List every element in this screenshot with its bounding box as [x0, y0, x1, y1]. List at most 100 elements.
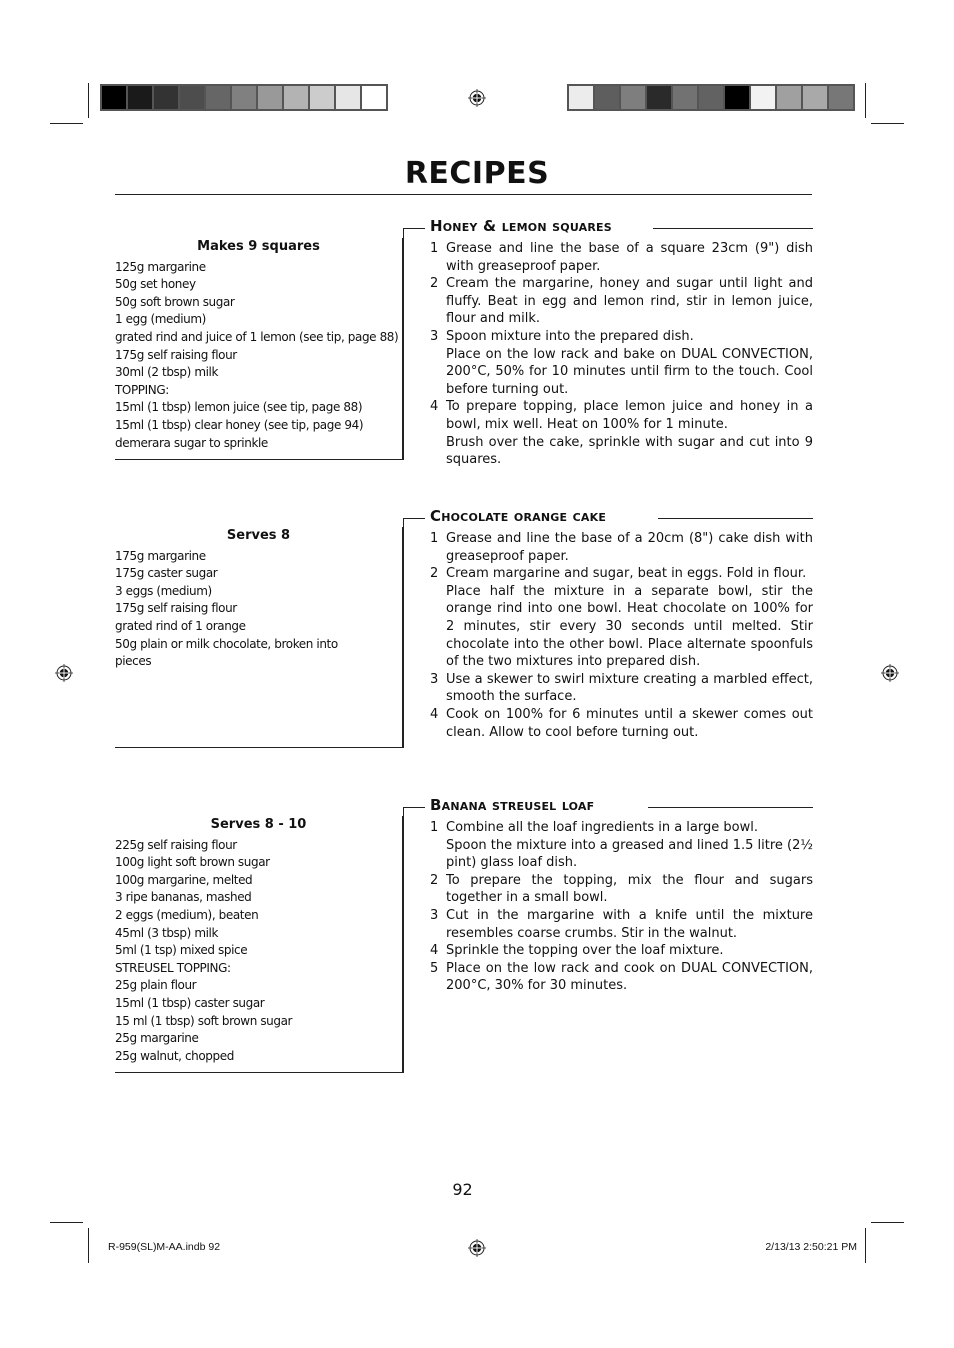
step-number: 2 [430, 276, 439, 292]
serves-label: Serves 8 [226, 528, 291, 543]
method-step: 4 Cook on 100% for 6 minutes until a skew… [430, 706, 813, 741]
step-text: Cream the margarine, honey and sugar unt… [446, 276, 813, 327]
method-section: Banana streusel loaf 1 Combine all the lo… [403, 796, 813, 1073]
step-number: 4 [430, 399, 439, 415]
step-text: Place on the low rack and cook on DUAL C… [446, 960, 813, 994]
page-title: RECIPES [404, 156, 550, 191]
ingredient-item: 175g caster sugar [115, 566, 218, 581]
method-step: 4 To prepare topping, place lemon juice a… [430, 398, 813, 468]
step-text: Cook on 100% for 6 minutes until a skewe… [446, 706, 813, 740]
crop-mark [871, 1222, 904, 1223]
color-swatch [751, 86, 775, 109]
ingredient-item: 30ml (2 tbsp) milk [115, 365, 219, 380]
ingredients-list: 175g margarine 175g caster sugar 3 eggs (m… [115, 548, 402, 671]
color-swatch [258, 86, 282, 109]
color-swatch [829, 86, 853, 109]
color-swatch [180, 86, 204, 109]
ingredients-list: 125g margarine 50g set honey 50g soft brow… [115, 259, 402, 453]
ingredient-item: 2 eggs (medium), beaten [115, 907, 259, 922]
slug-filename: R-959(SL)M-AA.indb 92 [108, 1241, 221, 1253]
ingredient-item: TOPPING: [115, 382, 169, 397]
color-swatch [232, 86, 256, 109]
method-step: 2 To prepare the topping, mix the flour a… [430, 872, 813, 907]
color-swatch [284, 86, 308, 109]
ingredient-item: 50g soft brown sugar [115, 294, 235, 309]
color-swatch [362, 86, 386, 109]
color-swatch [128, 86, 152, 109]
ingredient-item: 125g margarine [115, 259, 206, 274]
color-swatch [154, 86, 178, 109]
crop-mark [88, 1228, 89, 1263]
color-swatch [595, 86, 619, 109]
registration-mark-icon [468, 89, 486, 107]
step-text: Cream margarine and sugar, beat in eggs.… [446, 566, 807, 582]
ingredient-item: 175g self raising flour [115, 601, 237, 616]
step-number: 1 [430, 531, 439, 546]
step-text: To prepare topping, place lemon juice an… [446, 399, 813, 432]
ingredient-item: 175g self raising flour [115, 347, 237, 362]
color-swatch [102, 86, 126, 109]
method-steps: 1 Combine all the loaf ingredients in a l… [403, 819, 813, 995]
ingredient-item: 3 eggs (medium) [115, 583, 212, 598]
ingredient-item: 45ml (3 tbsp) milk [115, 925, 219, 940]
method-step: 1 Combine all the loaf ingredients in a l… [430, 819, 813, 872]
step-text: Use a skewer to swirl mixture creating a… [446, 671, 813, 705]
page-number: 92 [452, 1180, 473, 1199]
ingredient-item: 175g margarine [115, 548, 206, 563]
step-number: 3 [430, 671, 439, 687]
step-text: Spoon the mixture into a greased and lin… [446, 837, 814, 871]
ingredients-box: Makes 9 squares 125g margarine 50g set ho… [115, 238, 403, 460]
step-text: To prepare the topping, mix the flour an… [446, 872, 813, 906]
ingredient-item: 3 ripe bananas, mashed [115, 890, 252, 905]
ingredient-item: 225g self raising flour [115, 837, 237, 852]
ingredient-item: STREUSEL TOPPING: [115, 960, 231, 975]
crop-mark [88, 83, 89, 118]
method-step: 1 Grease and line the base of a square 23… [430, 240, 813, 275]
crop-mark [865, 1228, 866, 1263]
ingredient-item: 50g set honey [115, 277, 196, 292]
color-bar-left [100, 84, 388, 111]
registration-mark-icon [881, 664, 899, 682]
serves-label: Serves 8 - 10 [210, 817, 307, 832]
recipe-title: Banana streusel loaf [430, 796, 601, 815]
recipe-heading: Banana streusel loaf [403, 796, 813, 1073]
ingredient-item: 25g walnut, chopped [115, 1048, 234, 1063]
method-section: Chocolate orange cake 1 Grease and line t… [403, 507, 813, 748]
step-text: Cut in the margarine with a knife until … [446, 907, 813, 941]
ingredient-item: 5ml (1 tsp) mixed spice [115, 943, 248, 958]
step-number: 3 [430, 328, 439, 344]
color-swatch [621, 86, 645, 109]
color-swatch [777, 86, 801, 109]
step-number: 1 [430, 241, 439, 256]
ingredient-item: grated rind of 1 orange [115, 618, 246, 633]
method-steps: 1 Grease and line the base of a square 23… [403, 240, 813, 469]
method-step: 2 Cream margarine and sugar, beat in eggs… [430, 565, 813, 671]
title-divider [115, 194, 812, 195]
recipe-heading: Honey & lemon squares [403, 217, 813, 460]
slug-timestamp: 2/13/13 2:50:21 PM [765, 1241, 857, 1253]
ingredient-item: 25g plain flour [115, 978, 197, 993]
step-text: Combine all the loaf ingredients in a la… [446, 820, 758, 835]
ingredients-list: 225g self raising flour 100g light soft b… [115, 837, 402, 1066]
ingredient-item: 50g plain or milk chocolate, broken into [115, 636, 338, 651]
ingredient-item: 25g margarine [115, 1031, 199, 1046]
method-step: 2 Cream the margarine, honey and sugar un… [430, 275, 813, 328]
registration-mark-icon [55, 664, 73, 682]
color-swatch [336, 86, 360, 109]
ingredients-box: Serves 8 - 10 225g self raising flour 100… [115, 816, 403, 1073]
crop-mark [865, 83, 866, 118]
crop-mark [50, 123, 83, 124]
step-text: Place half the mixture in a separate bow… [446, 583, 813, 670]
method-steps: 1 Grease and line the base of a 20cm (8")… [403, 530, 813, 741]
ingredient-item: 15ml (1 tbsp) clear honey (see tip, page… [115, 417, 364, 432]
step-number: 2 [430, 872, 439, 888]
step-text: Spoon mixture into the prepared dish. [446, 328, 694, 344]
step-number: 2 [430, 566, 439, 582]
step-number: 5 [430, 960, 439, 976]
color-swatch [310, 86, 334, 109]
step-text: Place on the low rack and bake on DUAL C… [446, 346, 813, 397]
ingredients-box: Serves 8 175g margarine 175g caster sugar… [115, 527, 403, 748]
step-number: 4 [430, 706, 439, 722]
ingredient-item: 1 egg (medium) [115, 312, 206, 327]
ingredient-item: 100g light soft brown sugar [115, 855, 270, 870]
